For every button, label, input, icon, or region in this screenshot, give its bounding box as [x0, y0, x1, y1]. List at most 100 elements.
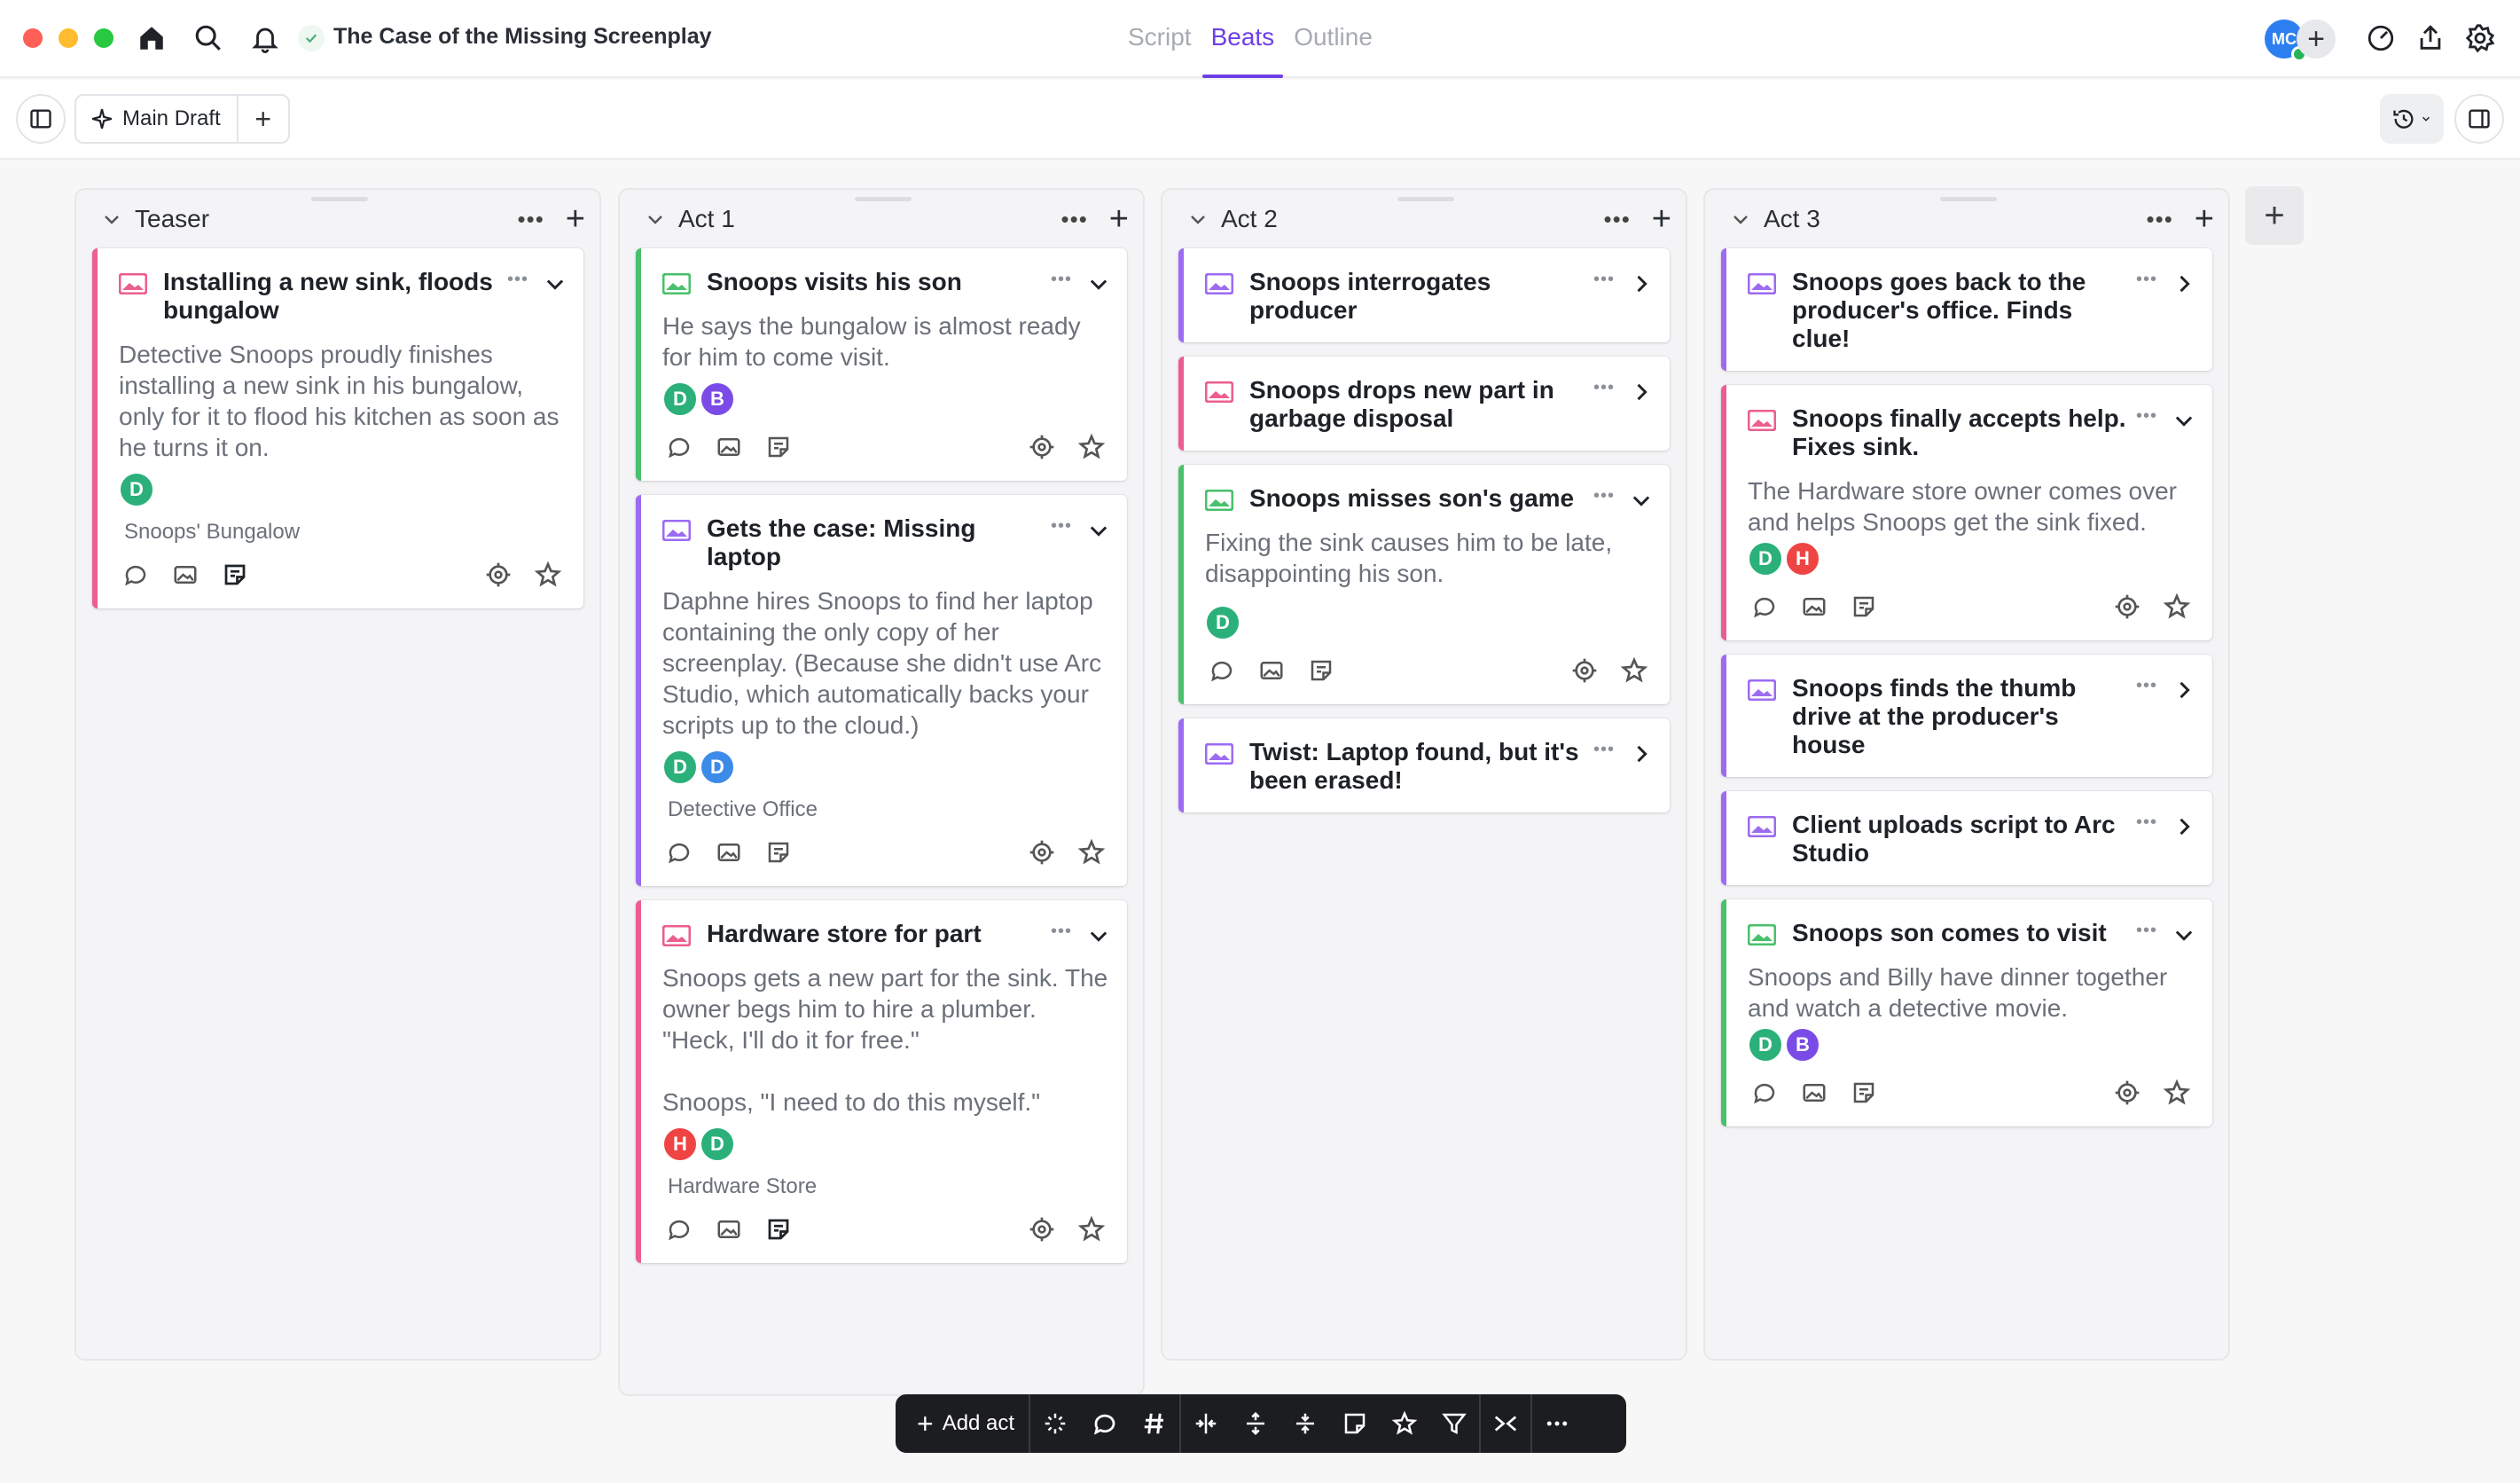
- target-icon[interactable]: [1028, 433, 1056, 461]
- note-icon[interactable]: [1851, 593, 1877, 620]
- avatar[interactable]: D: [662, 381, 698, 417]
- comment-icon[interactable]: [666, 1216, 693, 1243]
- chevron-right-icon[interactable]: [2172, 678, 2196, 702]
- sparkle-icon[interactable]: [1030, 1394, 1080, 1453]
- beat-card[interactable]: Snoops goes back to the producer's offic…: [1721, 248, 2212, 371]
- add-beat-button[interactable]: +: [1652, 202, 1671, 236]
- column-more-icon[interactable]: •••: [1060, 206, 1087, 233]
- comment-icon[interactable]: [1751, 593, 1778, 620]
- avatar[interactable]: B: [1785, 1027, 1820, 1063]
- column-title[interactable]: Act 3: [1764, 205, 2146, 233]
- add-beat-button[interactable]: +: [566, 202, 585, 236]
- comment-icon[interactable]: [1751, 1079, 1778, 1106]
- image-icon[interactable]: [1801, 1079, 1827, 1106]
- image-icon[interactable]: [716, 1216, 742, 1243]
- beat-more-icon[interactable]: •••: [507, 270, 528, 290]
- beat-description[interactable]: He says the bungalow is almost ready for…: [641, 305, 1127, 373]
- beat-more-icon[interactable]: •••: [2136, 270, 2157, 290]
- beat-title[interactable]: Client uploads script to Arc Studio: [1792, 811, 2127, 867]
- close-window-button[interactable]: [23, 28, 43, 48]
- more-icon[interactable]: [1532, 1394, 1582, 1453]
- chevron-right-icon[interactable]: [1629, 380, 1654, 404]
- chevron-down-icon[interactable]: [1086, 518, 1111, 543]
- beat-description[interactable]: The Hardware store owner comes over and …: [1726, 470, 2212, 537]
- chevron-right-icon[interactable]: [2172, 814, 2196, 839]
- avatar[interactable]: D: [1748, 541, 1783, 577]
- add-draft-button[interactable]: +: [239, 96, 288, 142]
- beat-title[interactable]: Snoops drops new part in garbage disposa…: [1249, 376, 1585, 433]
- chevron-down-icon[interactable]: [1629, 488, 1654, 513]
- tab-script[interactable]: Script: [1126, 20, 1193, 78]
- beat-card[interactable]: Snoops visits his son ••• He says the bu…: [636, 248, 1127, 481]
- settings-icon[interactable]: [2461, 20, 2499, 57]
- column-more-icon[interactable]: •••: [2146, 206, 2172, 233]
- beat-more-icon[interactable]: •••: [1051, 922, 1072, 942]
- beat-more-icon[interactable]: •••: [1593, 486, 1615, 506]
- add-act-button[interactable]: + Add act: [908, 1394, 1031, 1453]
- expand-vertical-icon[interactable]: [1231, 1394, 1280, 1453]
- beat-description[interactable]: Snoops and Billy have dinner together an…: [1726, 956, 2212, 1024]
- search-icon[interactable]: [190, 20, 227, 57]
- target-icon[interactable]: [1570, 656, 1599, 685]
- chevron-right-icon[interactable]: [1629, 271, 1654, 296]
- add-act-column-button[interactable]: +: [2245, 186, 2304, 245]
- avatar[interactable]: H: [1785, 541, 1820, 577]
- beat-card[interactable]: Installing a new sink, floods bungalow •…: [92, 248, 583, 608]
- add-collaborator-button[interactable]: +: [2297, 20, 2336, 59]
- star-icon[interactable]: [1380, 1394, 1429, 1453]
- timer-icon[interactable]: [2362, 20, 2399, 57]
- right-panel-toggle-button[interactable]: [2454, 94, 2504, 144]
- location-label[interactable]: Snoops' Bungalow: [98, 507, 583, 545]
- avatar[interactable]: D: [700, 1126, 735, 1162]
- beat-description[interactable]: Snoops gets a new part for the sink. The…: [641, 957, 1127, 1118]
- home-icon[interactable]: [133, 20, 170, 57]
- beat-title[interactable]: Installing a new sink, floods bungalow: [163, 268, 498, 325]
- beat-title[interactable]: Snoops son comes to visit: [1792, 919, 2127, 947]
- beat-more-icon[interactable]: •••: [2136, 921, 2157, 941]
- avatar[interactable]: D: [1205, 605, 1240, 640]
- beat-card[interactable]: Snoops interrogates producer •••: [1178, 248, 1670, 342]
- sidebar-toggle-button[interactable]: [16, 94, 66, 144]
- beat-title[interactable]: Twist: Laptop found, but it's been erase…: [1249, 738, 1585, 795]
- comment-icon[interactable]: [666, 839, 693, 866]
- beat-card[interactable]: Snoops son comes to visit ••• Snoops and…: [1721, 899, 2212, 1126]
- beat-card[interactable]: Twist: Laptop found, but it's been erase…: [1178, 718, 1670, 812]
- target-icon[interactable]: [1028, 838, 1056, 867]
- star-icon[interactable]: [1620, 656, 1648, 685]
- note-icon[interactable]: [765, 434, 792, 460]
- chevron-down-icon[interactable]: [101, 208, 122, 230]
- beat-more-icon[interactable]: •••: [1593, 740, 1615, 760]
- column-title[interactable]: Teaser: [135, 205, 517, 233]
- beat-description[interactable]: Fixing the sink causes him to be late, d…: [1184, 522, 1670, 589]
- minimize-window-button[interactable]: [59, 28, 78, 48]
- chevron-down-icon[interactable]: [1730, 208, 1751, 230]
- split-horizontal-icon[interactable]: [1181, 1394, 1231, 1453]
- star-icon[interactable]: [2163, 592, 2191, 621]
- chevron-down-icon[interactable]: [1086, 923, 1111, 948]
- collapse-all-icon[interactable]: [1481, 1394, 1530, 1453]
- collapse-vertical-icon[interactable]: [1280, 1394, 1330, 1453]
- avatar[interactable]: D: [662, 749, 698, 785]
- image-icon[interactable]: [1258, 657, 1285, 684]
- target-icon[interactable]: [484, 561, 513, 589]
- filter-icon[interactable]: [1429, 1394, 1479, 1453]
- star-icon[interactable]: [1077, 1215, 1106, 1244]
- beat-title[interactable]: Snoops finally accepts help. Fixes sink.: [1792, 404, 2127, 461]
- chevron-down-icon[interactable]: [1086, 271, 1111, 296]
- beat-more-icon[interactable]: •••: [1593, 270, 1615, 290]
- chevron-down-icon[interactable]: [2172, 408, 2196, 433]
- comment-icon[interactable]: [122, 561, 149, 588]
- beat-more-icon[interactable]: •••: [1593, 378, 1615, 398]
- beat-more-icon[interactable]: •••: [2136, 812, 2157, 833]
- beat-title[interactable]: Snoops visits his son: [707, 268, 1042, 296]
- image-icon[interactable]: [716, 839, 742, 866]
- beat-more-icon[interactable]: •••: [2136, 406, 2157, 427]
- column-more-icon[interactable]: •••: [1603, 206, 1630, 233]
- beat-card[interactable]: Gets the case: Missing laptop ••• Daphne…: [636, 495, 1127, 886]
- beat-card[interactable]: Snoops finds the thumb drive at the prod…: [1721, 655, 2212, 777]
- image-icon[interactable]: [1801, 593, 1827, 620]
- star-icon[interactable]: [2163, 1079, 2191, 1107]
- chevron-down-icon[interactable]: [2172, 922, 2196, 947]
- maximize-window-button[interactable]: [94, 28, 113, 48]
- target-icon[interactable]: [1028, 1215, 1056, 1244]
